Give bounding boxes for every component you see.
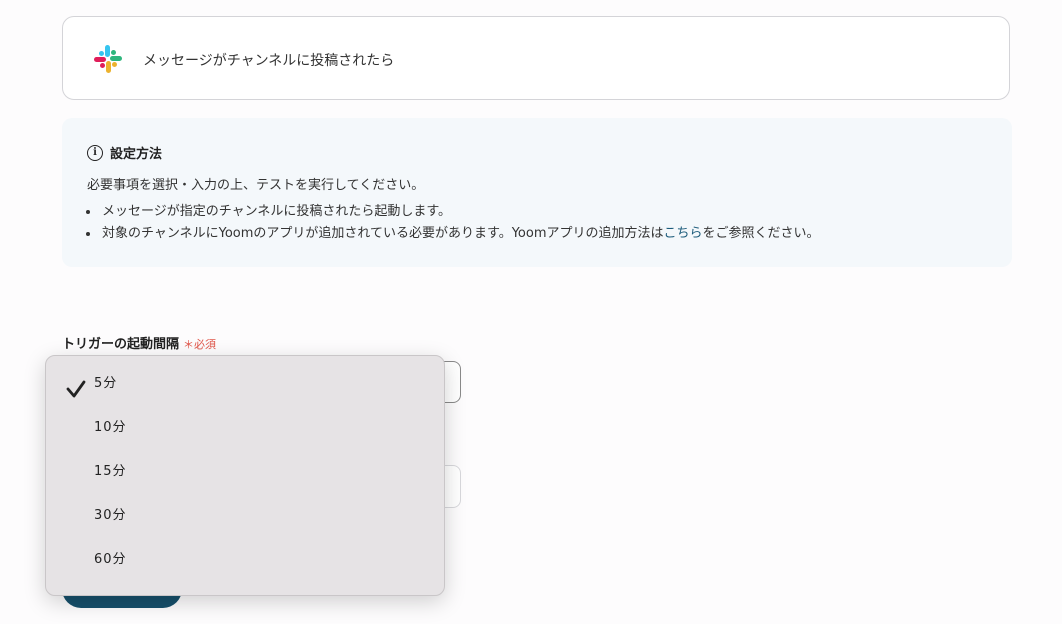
dropdown-option-5[interactable]: 5分: [46, 358, 444, 402]
info-title-row: i 設定方法: [87, 143, 162, 162]
dropdown-option-15[interactable]: 15分: [46, 446, 444, 490]
info-bullet-2: 対象のチャンネルにYoomのアプリが追加されている必要があります。Yoomアプリ…: [100, 223, 820, 245]
interval-dropdown-menu: 5分 10分 15分 30分 60分: [45, 355, 445, 596]
dropdown-option-label: 30分: [94, 508, 127, 523]
dropdown-option-label: 5分: [94, 376, 118, 391]
dropdown-option-label: 15分: [94, 464, 127, 479]
info-description: 必要事項を選択・入力の上、テストを実行してください。: [87, 178, 425, 193]
info-list: メッセージが指定のチャンネルに投稿されたら起動します。 対象のチャンネルにYoo…: [82, 201, 820, 245]
checkmark-icon: [66, 380, 86, 398]
info-icon: i: [87, 144, 103, 161]
slack-logo-icon: [94, 45, 122, 73]
required-mark: ＊必須: [183, 338, 217, 351]
dropdown-option-10[interactable]: 10分: [46, 402, 444, 446]
help-link[interactable]: こちら: [664, 226, 703, 241]
dropdown-option-label: 10分: [94, 420, 127, 435]
dropdown-option-60[interactable]: 60分: [46, 534, 444, 578]
info-title: 設定方法: [110, 147, 163, 162]
trigger-label: メッセージがチャンネルに投稿されたら: [143, 53, 395, 69]
info-bullet-2-prefix: 対象のチャンネルにYoomのアプリが追加されている必要があります。Yoomアプリ…: [102, 226, 664, 241]
info-bullet-2-suffix: をご参照ください。: [702, 226, 820, 241]
dropdown-option-label: 60分: [94, 552, 127, 567]
info-bullet-1: メッセージが指定のチャンネルに投稿されたら起動します。: [100, 201, 820, 223]
interval-field-label: トリガーの起動間隔 ＊必須: [62, 333, 216, 352]
interval-label-text: トリガーの起動間隔: [62, 337, 180, 352]
trigger-card[interactable]: メッセージがチャンネルに投稿されたら: [62, 16, 1010, 100]
info-panel: i 設定方法 必要事項を選択・入力の上、テストを実行してください。 メッセージが…: [62, 118, 1012, 267]
dropdown-option-30[interactable]: 30分: [46, 490, 444, 534]
